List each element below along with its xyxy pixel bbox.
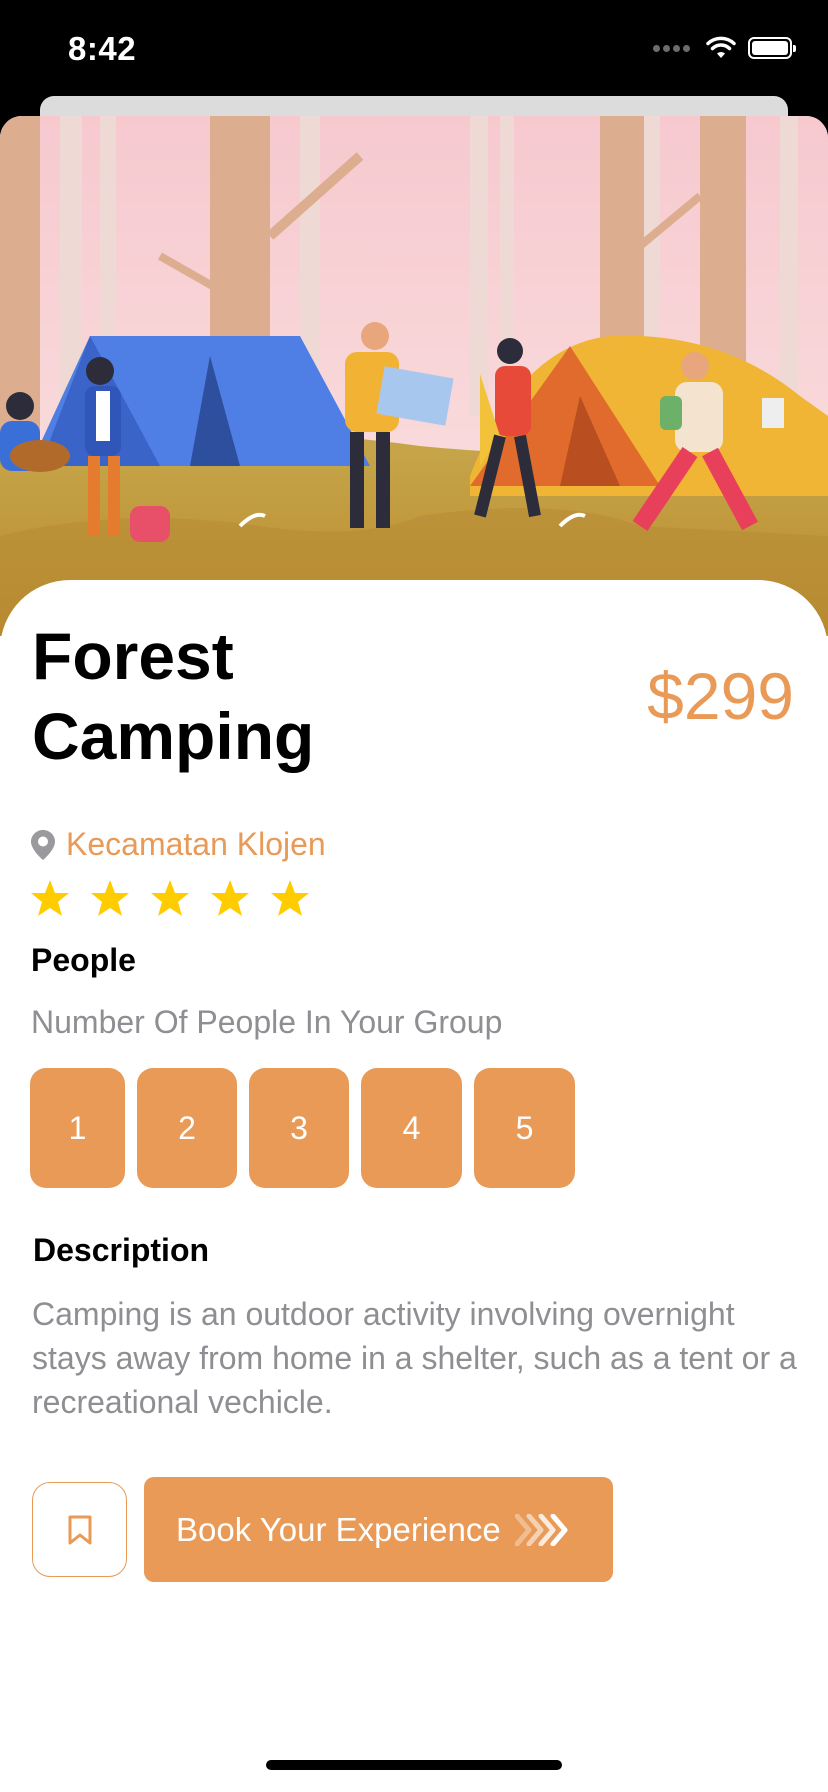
star-icon xyxy=(91,880,129,916)
home-indicator[interactable] xyxy=(266,1760,562,1770)
people-count-options: 1 2 3 4 5 xyxy=(30,1068,575,1188)
status-bar: 8:42 xyxy=(0,0,828,100)
bookmark-icon xyxy=(68,1515,91,1544)
star-icon xyxy=(211,880,249,916)
trip-title: Forest Camping xyxy=(32,619,315,773)
bookmark-button[interactable] xyxy=(32,1482,127,1577)
people-option-3[interactable]: 3 xyxy=(249,1068,349,1188)
detail-content: Forest Camping $299 Kecamatan Klojen Peo… xyxy=(0,580,828,1792)
book-experience-label: Book Your Experience xyxy=(176,1510,501,1548)
people-option-4[interactable]: 4 xyxy=(361,1068,462,1188)
star-icon xyxy=(31,880,69,916)
description-text: Camping is an outdoor activity involving… xyxy=(32,1296,797,1420)
rating-stars xyxy=(30,878,310,918)
people-option-1[interactable]: 1 xyxy=(30,1068,125,1188)
location-label: Kecamatan Klojen xyxy=(66,826,326,862)
book-experience-button[interactable]: Book Your Experience xyxy=(144,1477,613,1582)
hero-illustration xyxy=(0,116,828,636)
trip-location: Kecamatan Klojen xyxy=(30,826,326,863)
star-icon xyxy=(271,880,309,916)
people-subtitle: Number Of People In Your Group xyxy=(31,1004,503,1040)
status-icons xyxy=(653,36,796,60)
status-time: 8:42 xyxy=(68,30,137,67)
wifi-icon xyxy=(706,36,736,58)
trip-price: $299 xyxy=(647,659,794,733)
people-option-5[interactable]: 5 xyxy=(474,1068,575,1188)
star-icon xyxy=(151,880,189,916)
chevrons-right-icon xyxy=(514,1513,575,1546)
cellular-signal-icon xyxy=(653,44,690,52)
description-heading: Description xyxy=(33,1232,210,1268)
map-pin-icon xyxy=(31,829,55,860)
battery-icon xyxy=(748,37,796,59)
screen: 8:42 Forest Camping $299 Kecamatan Kloje… xyxy=(0,0,828,1792)
people-heading: People xyxy=(31,942,136,978)
people-option-2[interactable]: 2 xyxy=(137,1068,237,1188)
detail-sheet: Forest Camping $299 Kecamatan Klojen Peo… xyxy=(0,116,828,1792)
